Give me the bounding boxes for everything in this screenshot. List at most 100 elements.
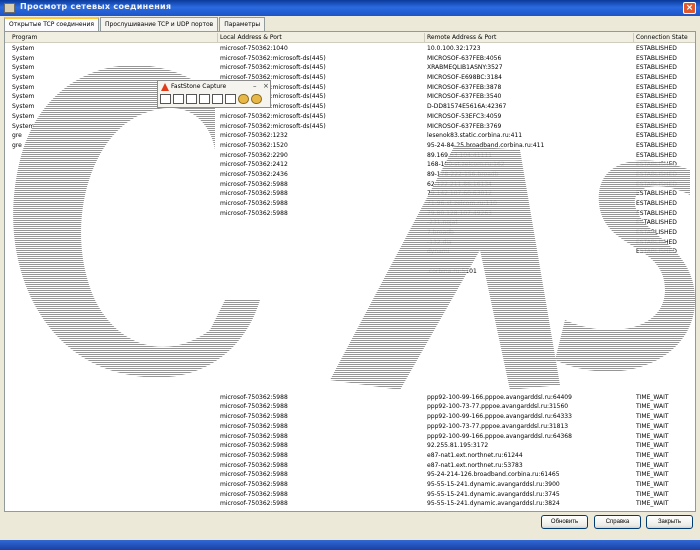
table-row[interactable]: microsof-750362:5988 ppp92-100-99-166.ppp…	[5, 432, 695, 442]
cell-remote-address: ppp92-100-73-77.pppoe.avangarddsl.ru:315…	[427, 403, 569, 411]
refresh-button[interactable]: Обновить	[541, 515, 588, 529]
cell-state: ESTABLISHED	[636, 103, 677, 111]
table-row[interactable]: .corbina.ru:5101	[5, 267, 695, 277]
table-row[interactable]: 7.broadb ESTABLISHED	[5, 228, 695, 238]
table-row[interactable]: gre microsof-750362:1520 95-24-84-25.broad…	[5, 141, 695, 151]
table-row[interactable]	[5, 306, 695, 316]
table-row[interactable]: microsof-750362:5988 ppp92-100-99-166.ppp…	[5, 412, 695, 422]
help-button[interactable]: Справка	[594, 515, 641, 529]
table-row[interactable]: microsof-750362:2412 168-100-st.zelcom.ru…	[5, 160, 695, 170]
cell-program: System	[12, 112, 35, 120]
table-row[interactable]: System microsof-750362:microsoft-ds(445) M…	[5, 73, 695, 83]
taskbar	[0, 540, 700, 550]
capture-fullscreen-icon[interactable]	[212, 94, 223, 104]
table-row[interactable]: microsof-750362:5988 ppp92-100-99-166.ppp…	[5, 393, 695, 403]
tab-listening-ports[interactable]: Прослушивание TCP и UDP портов	[100, 17, 219, 31]
table-row[interactable]: microsof-750362:5988 ppp92-100-73-77.pppo…	[5, 422, 695, 432]
cell-program: System	[12, 83, 35, 91]
table-row[interactable]: -231.nojat ESTABLISHED	[5, 218, 695, 228]
table-row[interactable]	[5, 373, 695, 383]
column-remote-address[interactable]: Remote Address & Port	[427, 34, 496, 41]
table-row[interactable]: System microsof-750362:microsoft-ds(445) M…	[5, 92, 695, 102]
table-row[interactable]	[5, 383, 695, 393]
cell-local-address: microsof-750362:1040	[220, 45, 288, 52]
table-row[interactable]: microsof-750362:5988 95-55-15-241.dynamic…	[5, 480, 695, 490]
table-row[interactable]: System microsof-750362:1040 10.0.100.32:17…	[5, 44, 695, 54]
faststone-capture-toolbar[interactable]: FastStone Capture – ×	[157, 80, 271, 108]
table-row[interactable]: microsof-750362:2436 89-178-222-156.broad…	[5, 170, 695, 180]
cell-remote-address: .corbina.ru:5101	[427, 267, 477, 275]
table-row[interactable]	[5, 257, 695, 267]
tab-bar: Открытые TCP соединения Прослушивание TC…	[4, 17, 266, 32]
table-row[interactable]	[5, 315, 695, 325]
table-row[interactable]: microsof-750362:5988 62.122.211.86:16134 E…	[5, 180, 695, 190]
table-row[interactable]: microsof-750362:5988 95-55-15-241.dynamic…	[5, 499, 695, 509]
table-row[interactable]	[5, 325, 695, 335]
table-row[interactable]: System microsof-750362:microsoft-ds(445) D…	[5, 102, 695, 112]
cell-local-address: microsof-750362:2436	[220, 170, 288, 178]
table-row[interactable]: microsof-750362:5988 79.80.128.107:49263 E…	[5, 209, 695, 219]
faststone-logo-icon	[161, 83, 169, 91]
settings-icon[interactable]	[251, 94, 262, 104]
table-row[interactable]: System microsof-750362:microsoft-ds(445) X…	[5, 63, 695, 73]
table-row[interactable]: dynami ESTABLISHED	[5, 247, 695, 257]
faststone-close-button[interactable]: ×	[263, 82, 269, 90]
table-row[interactable]	[5, 354, 695, 364]
table-row[interactable]: System microsof-750362:microsoft-ds(445) M…	[5, 83, 695, 93]
column-program[interactable]: Program	[12, 34, 37, 41]
cell-local-address: microsof-750362:1232	[220, 132, 288, 140]
capture-window-icon[interactable]	[160, 94, 171, 104]
table-row[interactable]: System microsof-750362:microsoft-ds(445) M…	[5, 122, 695, 132]
cell-remote-address: 71-96-st.zelcom.ru:110	[427, 200, 497, 207]
table-row[interactable]: microsof-750362:5988 79.142.107.60:63012 E…	[5, 189, 695, 199]
cell-state: ESTABLISHED	[636, 83, 677, 91]
column-divider[interactable]	[424, 33, 425, 42]
table-row[interactable]: microsof-750362:5988 e87-nat1.ext.northne…	[5, 461, 695, 471]
column-divider[interactable]	[633, 33, 634, 42]
cell-state: ESTABLISHED	[636, 122, 677, 130]
output-settings-icon[interactable]	[238, 94, 249, 104]
cell-remote-address: ppp92-100-99-166.pppoe.avangarddsl.ru:64…	[427, 413, 572, 421]
capture-freehand-icon[interactable]	[199, 94, 210, 104]
capture-object-icon[interactable]	[173, 94, 184, 104]
table-row[interactable]: System microsof-750362:microsoft-ds(445) M…	[5, 54, 695, 64]
table-row[interactable]: microsof-750362:5988 71-96-st.zelcom.ru:1…	[5, 199, 695, 209]
faststone-minimize-button[interactable]: –	[253, 82, 257, 90]
column-local-address[interactable]: Local Address & Port	[220, 34, 282, 41]
table-row[interactable]	[5, 335, 695, 345]
table-row[interactable]: microsof-750362:5988 e87-nat1.ext.northne…	[5, 451, 695, 461]
table-row[interactable]	[5, 286, 695, 296]
table-header: Program Local Address & Port Remote Addr…	[5, 32, 695, 43]
table-row[interactable]	[5, 296, 695, 306]
cell-remote-address: ppp92-100-99-166.pppoe.avangarddsl.ru:64…	[427, 393, 572, 401]
cell-local-address: microsof-750362:5988	[220, 451, 288, 459]
table-row[interactable]	[5, 364, 695, 374]
cell-program: System	[12, 45, 35, 52]
table-row[interactable]: microsof-750362:5988 95-24-214-126.broadb…	[5, 470, 695, 480]
window-close-button[interactable]: ×	[683, 2, 696, 14]
table-row[interactable]: microsof-750362:5988 92.255.81.195:3172 TI…	[5, 441, 695, 451]
table-row[interactable]: microsof-750362:5988 ppp92-100-73-77.pppo…	[5, 402, 695, 412]
cell-remote-address: -231.nojat	[427, 219, 458, 227]
cell-local-address: microsof-750362:5988	[220, 432, 288, 440]
table-row[interactable]: gre microsof-750362:1232 lesenok83.static.…	[5, 131, 695, 141]
column-connection-state[interactable]: Connection State	[636, 34, 688, 41]
table-row[interactable]: microsof-750362:5988 95-55-15-241.dynamic…	[5, 490, 695, 500]
title-bar[interactable]: Просмотр сетевых соединения ×	[0, 0, 700, 16]
faststone-tools	[160, 94, 264, 106]
cell-local-address: microsof-750362:5988	[220, 471, 288, 479]
close-button[interactable]: Закрыть	[646, 515, 693, 529]
cell-state: TIME_WAIT	[636, 432, 669, 440]
capture-rectangle-icon[interactable]	[186, 94, 197, 104]
tab-open-tcp[interactable]: Открытые TCP соединения	[4, 17, 100, 32]
column-divider[interactable]	[217, 33, 218, 42]
table-row[interactable]	[5, 277, 695, 287]
table-row[interactable]	[5, 344, 695, 354]
cell-remote-address: -132.dia	[427, 238, 452, 246]
cell-program: System	[12, 93, 35, 101]
capture-scrolling-icon[interactable]	[225, 94, 236, 104]
table-row[interactable]: System microsof-750362:microsoft-ds(445) M…	[5, 112, 695, 122]
table-row[interactable]: microsof-750362:2290 89.169.63.104:41111 E…	[5, 151, 695, 161]
tab-settings[interactable]: Параметры	[219, 17, 266, 31]
table-row[interactable]: -132.dia ESTABLISHED	[5, 238, 695, 248]
